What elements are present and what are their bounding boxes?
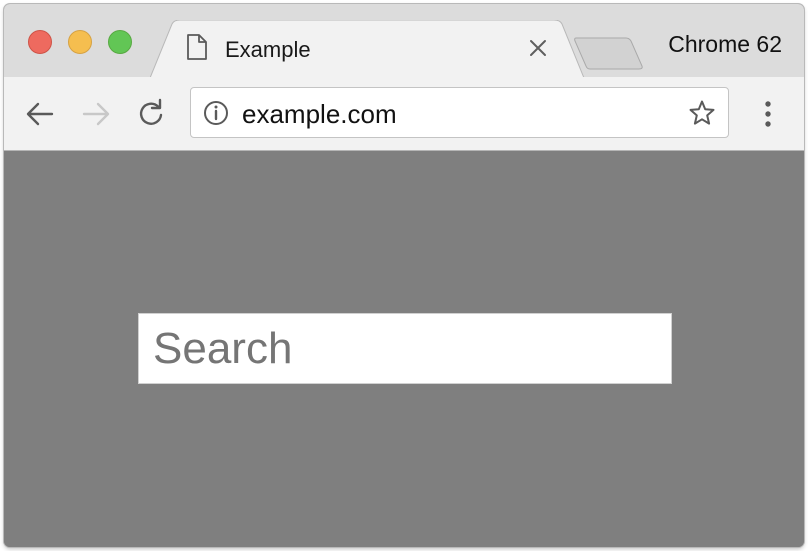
address-bar[interactable]: example.com — [190, 87, 729, 138]
vertical-dots-icon[interactable] — [758, 97, 778, 131]
reload-icon[interactable] — [136, 98, 168, 130]
browser-toolbar: example.com — [4, 77, 804, 151]
browser-version-label: Chrome 62 — [668, 31, 782, 57]
arrow-left-icon[interactable] — [24, 98, 56, 130]
document-icon — [187, 34, 207, 60]
zoom-window-button[interactable] — [108, 30, 132, 54]
new-tab-icon[interactable] — [574, 36, 644, 70]
address-bar-url[interactable]: example.com — [242, 99, 397, 130]
search-input[interactable] — [138, 313, 672, 384]
browser-window: Example Chrome 62 example.com Search — [4, 4, 804, 547]
star-icon[interactable] — [688, 99, 716, 127]
page-viewport — [4, 151, 804, 547]
arrow-right-icon[interactable] — [80, 98, 112, 130]
tab-title: Example — [225, 37, 311, 62]
minimize-window-button[interactable] — [68, 30, 92, 54]
tab-strip: Example Chrome 62 — [4, 4, 804, 78]
close-icon[interactable] — [526, 36, 550, 60]
close-window-button[interactable] — [28, 30, 52, 54]
info-icon[interactable] — [203, 100, 229, 126]
active-tab-content: Example — [180, 20, 560, 76]
